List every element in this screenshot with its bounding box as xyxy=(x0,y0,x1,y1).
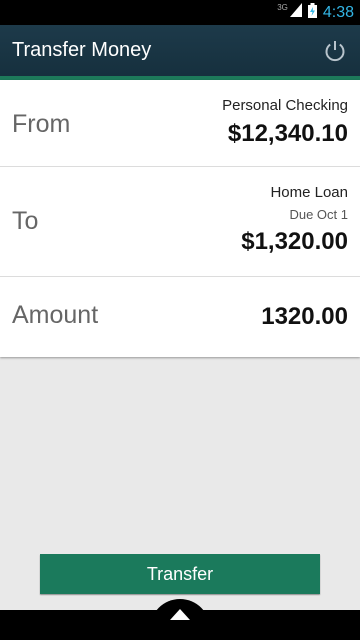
chevron-up-icon xyxy=(170,609,190,620)
network-type: 3G xyxy=(277,3,288,12)
page-title: Transfer Money xyxy=(12,39,152,61)
from-label: From xyxy=(12,110,71,138)
amount-row[interactable]: Amount 1320.00 xyxy=(0,277,360,357)
action-bar: Transfer Money xyxy=(0,25,360,76)
clock: 4:38 xyxy=(322,3,354,21)
to-account-row[interactable]: To Home Loan Due Oct 1 $1,320.00 xyxy=(0,167,360,277)
amount-value[interactable]: 1320.00 xyxy=(261,303,348,331)
power-button[interactable] xyxy=(322,38,348,64)
transfer-form-card: From Personal Checking $12,340.10 To Hom… xyxy=(0,80,360,357)
to-account-balance: $1,320.00 xyxy=(241,228,348,255)
screen: 3G 4:38 Transfer Money From Personal Che… xyxy=(0,0,360,640)
transfer-button[interactable]: Transfer xyxy=(40,554,320,594)
to-label: To xyxy=(12,207,39,235)
from-account-name: Personal Checking xyxy=(222,97,348,114)
amount-label: Amount xyxy=(12,301,99,329)
from-account-row[interactable]: From Personal Checking $12,340.10 xyxy=(0,80,360,167)
bottom-drawer-handle[interactable] xyxy=(150,599,210,640)
to-account-due-date: Due Oct 1 xyxy=(289,207,348,222)
battery-icon xyxy=(307,2,317,23)
from-account-details: Personal Checking $12,340.10 xyxy=(222,97,348,148)
to-account-details: Home Loan Due Oct 1 $1,320.00 xyxy=(241,184,348,256)
signal-icon xyxy=(289,3,302,22)
from-account-balance: $12,340.10 xyxy=(227,120,348,147)
to-account-name: Home Loan xyxy=(270,184,348,201)
power-icon xyxy=(325,40,345,61)
status-bar: 3G 4:38 xyxy=(0,0,360,25)
